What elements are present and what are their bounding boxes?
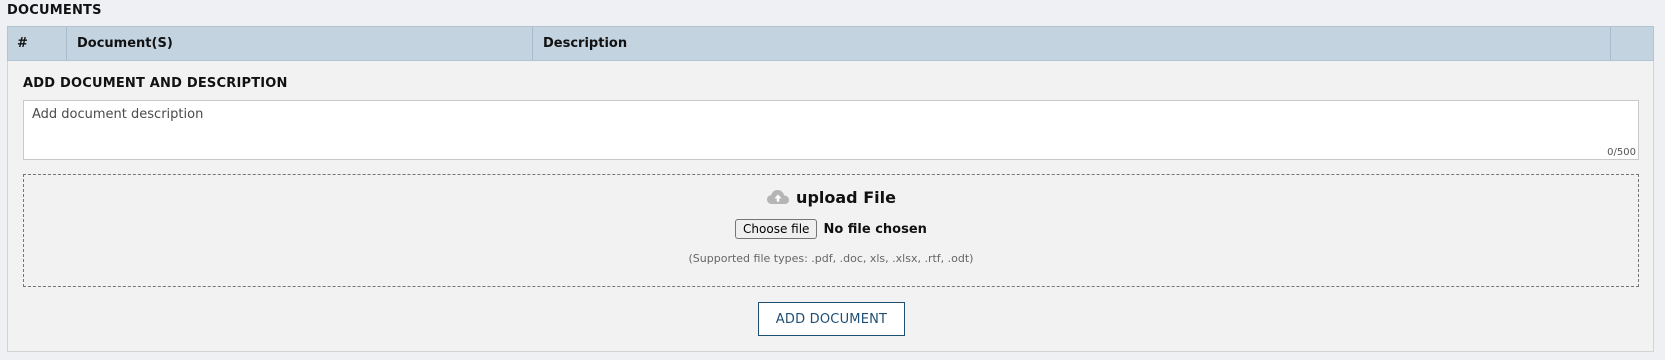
add-document-title: ADD DOCUMENT AND DESCRIPTION [23, 76, 288, 91]
file-upload-dropzone[interactable]: upload File Choose file No file chosen (… [23, 174, 1639, 287]
column-header-documents: Document(S) [67, 27, 533, 60]
choose-file-button[interactable]: Choose file [735, 219, 818, 239]
description-textarea[interactable] [24, 101, 1638, 159]
file-input-row: Choose file No file chosen [24, 219, 1638, 239]
file-status-text: No file chosen [823, 221, 927, 237]
add-document-panel: ADD DOCUMENT AND DESCRIPTION 0/500 uploa… [7, 61, 1654, 352]
supported-file-types: (Supported file types: .pdf, .doc, xls, … [688, 252, 974, 265]
upload-heading-label: upload File [796, 187, 896, 207]
description-field-container: 0/500 [23, 100, 1639, 160]
column-header-actions [1611, 27, 1653, 60]
add-document-button[interactable]: ADD DOCUMENT [758, 302, 905, 336]
cloud-upload-icon [766, 187, 790, 207]
column-header-number: # [8, 27, 67, 60]
documents-table-header: # Document(S) Description [7, 26, 1654, 61]
upload-heading: upload File [24, 187, 1638, 207]
column-header-description: Description [533, 27, 1611, 60]
character-counter: 0/500 [1607, 147, 1636, 158]
section-title: DOCUMENTS [7, 3, 102, 18]
